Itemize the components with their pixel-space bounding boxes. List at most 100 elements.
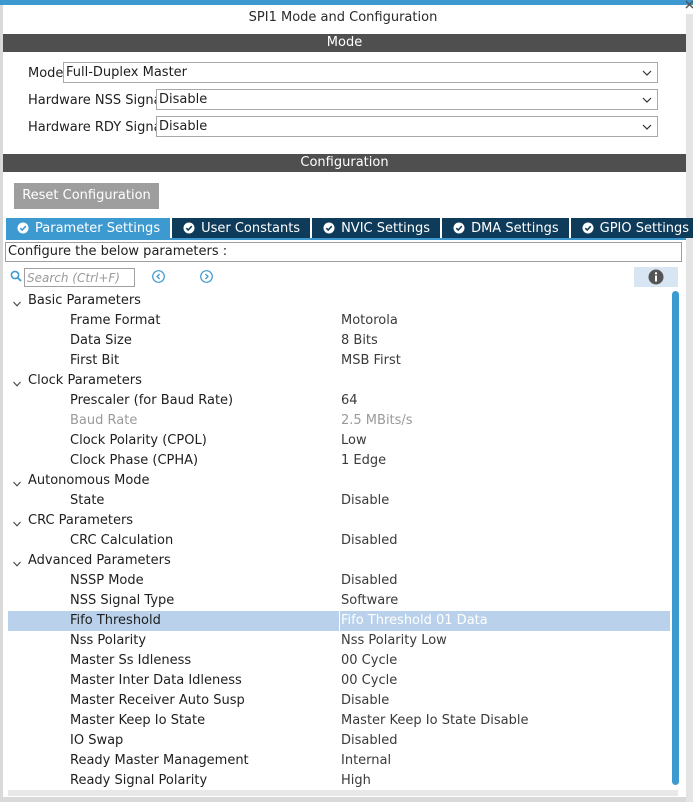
- parameter-value[interactable]: 00 Cycle: [341, 651, 397, 671]
- parameter-value[interactable]: Motorola: [341, 311, 398, 331]
- tree-group-label: CRC Parameters: [28, 513, 134, 528]
- tree-group-row[interactable]: Advanced Parameters: [8, 551, 670, 571]
- parameter-value[interactable]: Software: [341, 591, 398, 611]
- parameter-row[interactable]: Ready Signal Polarity High: [8, 771, 670, 791]
- parameter-value[interactable]: Disabled: [341, 731, 397, 751]
- horizontal-scrollbar[interactable]: [8, 790, 678, 796]
- parameter-row[interactable]: Baud Rate 2.5 MBits/s: [8, 411, 670, 431]
- parameter-value[interactable]: Disable: [341, 491, 389, 511]
- close-icon[interactable]: [685, 0, 693, 14]
- parameter-value[interactable]: Disabled: [341, 531, 397, 551]
- tree-group-row[interactable]: Basic Parameters: [8, 291, 670, 311]
- value-cell-divider: [339, 611, 340, 631]
- chevron-down-icon: [642, 97, 652, 103]
- parameter-row[interactable]: Clock Phase (CPHA) 1 Edge: [8, 451, 670, 471]
- scrollbar-thumb[interactable]: [672, 291, 679, 785]
- previous-result-icon[interactable]: [152, 270, 165, 283]
- parameter-row[interactable]: Prescaler (for Baud Rate) 64: [8, 391, 670, 411]
- parameter-row[interactable]: Frame Format Motorola: [8, 311, 670, 331]
- next-result-icon[interactable]: [200, 270, 213, 283]
- parameter-name: Ready Signal Polarity: [70, 773, 208, 788]
- tab-label: GPIO Settings: [599, 220, 690, 236]
- reset-configuration-button[interactable]: Reset Configuration: [14, 183, 159, 209]
- tree-group-row[interactable]: CRC Parameters: [8, 511, 670, 531]
- mode-select-value: Full-Duplex Master: [66, 65, 188, 80]
- parameter-name: Nss Polarity: [70, 633, 147, 648]
- parameter-value[interactable]: MSB First: [341, 351, 401, 371]
- chevron-down-icon: [642, 70, 652, 76]
- parameter-name: CRC Calculation: [70, 533, 174, 548]
- parameter-value[interactable]: 1 Edge: [341, 451, 386, 471]
- chevron-down-icon[interactable]: [12, 376, 22, 387]
- parameter-row[interactable]: Fifo Threshold Fifo Threshold 01 Data: [8, 611, 670, 631]
- parameter-row[interactable]: Ready Master Management Internal: [8, 751, 670, 771]
- parameter-row[interactable]: NSS Signal Type Software: [8, 591, 670, 611]
- parameter-value[interactable]: 64: [341, 391, 358, 411]
- search-input[interactable]: [24, 268, 135, 287]
- config-tabs: Parameter Settings User Constants NVIC S…: [6, 218, 693, 238]
- parameter-row[interactable]: Clock Polarity (CPOL) Low: [8, 431, 670, 451]
- tree-group-row[interactable]: Autonomous Mode: [8, 471, 670, 491]
- chevron-down-icon[interactable]: [12, 296, 22, 307]
- tab-label: DMA Settings: [471, 220, 559, 236]
- configuration-section-header: Configuration: [3, 154, 686, 172]
- chevron-down-icon[interactable]: [12, 476, 22, 487]
- hardware-nss-select[interactable]: Disable: [156, 89, 658, 110]
- parameter-row[interactable]: CRC Calculation Disabled: [8, 531, 670, 551]
- parameter-row[interactable]: Data Size 8 Bits: [8, 331, 670, 351]
- chevron-down-icon[interactable]: [12, 516, 22, 527]
- tree-group-label: Clock Parameters: [28, 373, 142, 388]
- tab-gpio-settings[interactable]: GPIO Settings: [570, 218, 693, 238]
- parameter-value[interactable]: Master Keep Io State Disable: [341, 711, 528, 731]
- parameter-row[interactable]: Nss Polarity Nss Polarity Low: [8, 631, 670, 651]
- tab-dma-settings[interactable]: DMA Settings: [442, 218, 569, 238]
- parameter-value[interactable]: 2.5 MBits/s: [341, 411, 413, 431]
- parameter-row[interactable]: Master Ss Idleness 00 Cycle: [8, 651, 670, 671]
- parameter-row[interactable]: First Bit MSB First: [8, 351, 670, 371]
- parameter-value[interactable]: Internal: [341, 751, 391, 771]
- parameter-row[interactable]: Master Keep Io State Master Keep Io State…: [8, 711, 670, 731]
- tab-label: NVIC Settings: [341, 220, 431, 236]
- hardware-rdy-label: Hardware RDY Signal: [28, 119, 166, 135]
- hardware-nss-label: Hardware NSS Signal: [28, 92, 166, 108]
- parameter-name: NSS Signal Type: [70, 593, 175, 608]
- parameter-name: Master Receiver Auto Susp: [70, 693, 245, 708]
- parameter-value[interactable]: Disable: [341, 691, 389, 711]
- parameter-value[interactable]: Low: [341, 431, 367, 451]
- check-circle-icon: [582, 222, 594, 234]
- parameter-name: Clock Phase (CPHA): [70, 453, 199, 468]
- mode-section-header: Mode: [3, 34, 686, 52]
- parameter-value[interactable]: 8 Bits: [341, 331, 378, 351]
- window-title: SPI1 Mode and Configuration: [248, 10, 438, 25]
- hardware-rdy-select[interactable]: Disable: [156, 116, 658, 137]
- parameter-name: Master Ss Idleness: [70, 653, 192, 668]
- mode-label: Mode: [28, 65, 64, 81]
- parameter-name: Master Keep Io State: [70, 713, 206, 728]
- tab-nvic-settings[interactable]: NVIC Settings: [312, 218, 441, 238]
- parameter-row[interactable]: IO Swap Disabled: [8, 731, 670, 751]
- tab-label: User Constants: [201, 220, 301, 236]
- parameter-value[interactable]: Nss Polarity Low: [341, 631, 447, 651]
- parameter-name: IO Swap: [70, 733, 124, 748]
- parameter-value[interactable]: 00 Cycle: [341, 671, 397, 691]
- check-circle-icon: [183, 222, 195, 234]
- mode-select[interactable]: Full-Duplex Master: [63, 62, 658, 83]
- parameter-value[interactable]: Fifo Threshold 01 Data: [341, 611, 488, 631]
- chevron-down-icon[interactable]: [12, 556, 22, 567]
- tree-group-label: Basic Parameters: [28, 293, 141, 308]
- parameter-row[interactable]: Master Inter Data Idleness 00 Cycle: [8, 671, 670, 691]
- parameter-row[interactable]: Master Receiver Auto Susp Disable: [8, 691, 670, 711]
- parameter-row[interactable]: NSSP Mode Disabled: [8, 571, 670, 591]
- tree-group-label: Advanced Parameters: [28, 553, 171, 568]
- window-left-edge: [0, 5, 3, 802]
- hardware-nss-value: Disable: [159, 92, 208, 107]
- tab-user-constants[interactable]: User Constants: [172, 218, 311, 238]
- parameter-value[interactable]: Disabled: [341, 571, 397, 591]
- parameter-value[interactable]: High: [341, 771, 371, 791]
- check-circle-icon: [17, 222, 29, 234]
- info-button[interactable]: [634, 267, 678, 287]
- parameter-name: Master Inter Data Idleness: [70, 673, 242, 688]
- tab-parameter-settings[interactable]: Parameter Settings: [6, 218, 171, 238]
- tree-group-row[interactable]: Clock Parameters: [8, 371, 670, 391]
- parameter-row[interactable]: State Disable: [8, 491, 670, 511]
